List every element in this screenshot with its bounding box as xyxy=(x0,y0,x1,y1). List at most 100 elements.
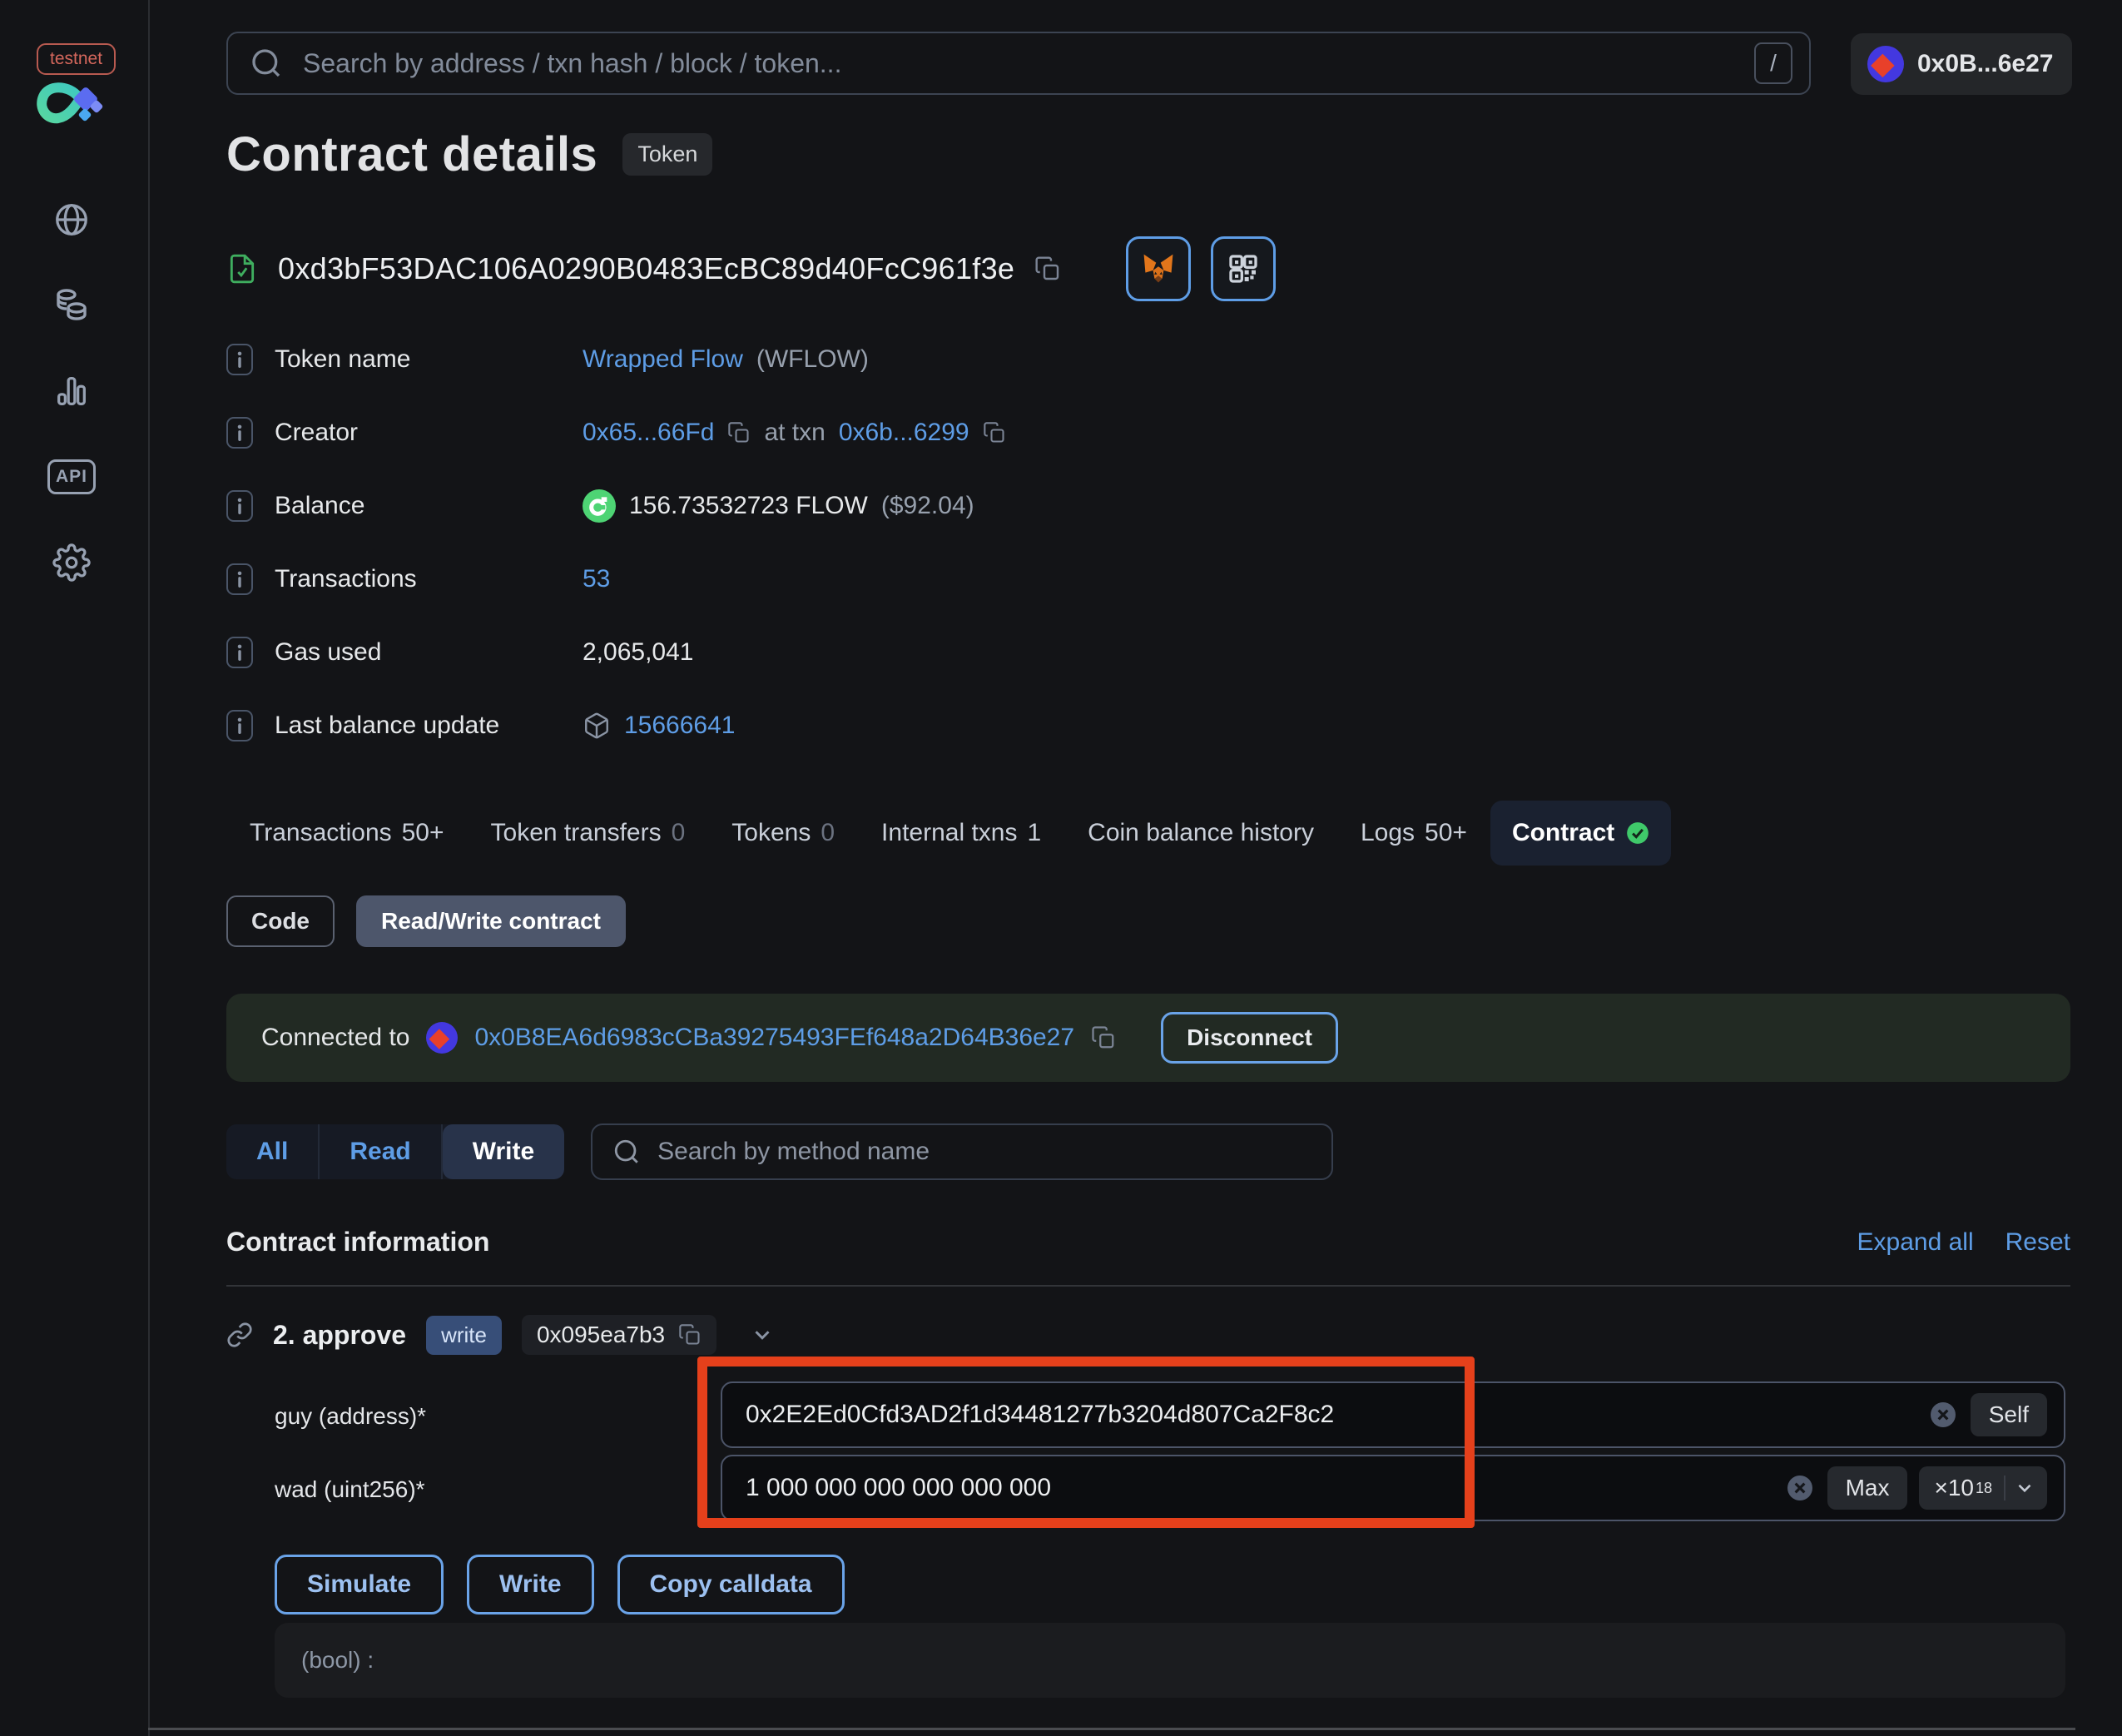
connected-label: Connected to xyxy=(261,1024,410,1051)
search-icon xyxy=(612,1138,641,1166)
connected-address-link[interactable]: 0x0B8EA6d6983cCBa39275493FEf648a2D64B36e… xyxy=(474,1024,1074,1052)
tab-contract[interactable]: Contract xyxy=(1490,801,1672,866)
tab-token-transfers[interactable]: Token transfers 0 xyxy=(468,819,709,847)
info-row-transactions: Transactions 53 xyxy=(226,543,2057,616)
tab-coin-balance-history[interactable]: Coin balance history xyxy=(1064,819,1337,847)
copy-connected-address-icon[interactable] xyxy=(1091,1025,1116,1050)
disconnect-button[interactable]: Disconnect xyxy=(1161,1012,1338,1064)
block-cube-icon xyxy=(583,712,611,740)
address-tabs: Transactions 50+ Token transfers 0 Tokens 0… xyxy=(226,792,1672,874)
reset-link[interactable]: Reset xyxy=(2005,1228,2070,1257)
tab-read-write-contract[interactable]: Read/Write contract xyxy=(356,895,626,947)
token-type-badge: Token xyxy=(622,133,713,176)
param-wad-input[interactable] xyxy=(722,1474,1787,1502)
contract-information-title: Contract information xyxy=(226,1227,490,1257)
account-address: 0x0B...6e27 xyxy=(1917,50,2054,77)
anchor-link-icon[interactable] xyxy=(226,1322,253,1348)
param-wad-field: Max ×1018 xyxy=(721,1455,2065,1521)
search-input[interactable] xyxy=(301,47,1736,80)
output-type-label: (bool) : xyxy=(301,1647,374,1673)
account-button[interactable]: 0x0B...6e27 xyxy=(1851,33,2072,95)
token-symbol: (WFLOW) xyxy=(756,345,869,373)
connected-banner: Connected to 0x0B8EA6d6983cCBa39275493FE… xyxy=(226,994,2070,1082)
method-selector-badge: 0x095ea7b3 xyxy=(521,1315,717,1355)
app-logo[interactable] xyxy=(35,80,112,131)
qr-code-button[interactable] xyxy=(1211,236,1277,301)
collapse-chevron-icon[interactable] xyxy=(750,1322,775,1347)
slash-shortcut-hint: / xyxy=(1754,42,1792,84)
balance-usd: ($92.04) xyxy=(880,492,974,519)
last-update-block-link[interactable]: 15666641 xyxy=(624,712,735,740)
gas-used-value: 2,065,041 xyxy=(583,638,694,666)
max-button[interactable]: Max xyxy=(1827,1466,1908,1510)
global-search[interactable]: / xyxy=(226,32,1811,95)
info-hint-icon[interactable] xyxy=(226,344,253,375)
contract-info-list: Token name Wrapped Flow (WFLOW) Creator … xyxy=(226,323,2057,762)
tokens-coins-icon[interactable] xyxy=(50,284,93,327)
info-row-balance: Balance 156.73532723 FLOW ($92.04) xyxy=(226,469,2057,543)
info-row-gas-used: Gas used 2,065,041 xyxy=(226,616,2057,689)
section-divider xyxy=(226,1285,2070,1287)
info-row-last-balance-update: Last balance update 15666641 xyxy=(226,689,2057,762)
token-name-link[interactable]: Wrapped Flow xyxy=(583,345,743,374)
method-name[interactable]: 2. approve xyxy=(273,1320,406,1351)
tab-logs[interactable]: Logs 50+ xyxy=(1337,819,1490,847)
bottom-divider xyxy=(148,1728,2075,1730)
copy-creator-icon[interactable] xyxy=(727,421,751,444)
tab-tokens[interactable]: Tokens 0 xyxy=(708,819,858,847)
transactions-count-link[interactable]: 53 xyxy=(583,565,610,593)
tab-internal-txns[interactable]: Internal txns 1 xyxy=(858,819,1064,847)
param-guy-input[interactable] xyxy=(722,1401,1931,1429)
tab-code[interactable]: Code xyxy=(226,895,335,947)
copy-txn-icon[interactable] xyxy=(983,421,1006,444)
verified-check-icon xyxy=(1626,821,1649,845)
method-output-box: (bool) : xyxy=(275,1623,2065,1698)
expand-all-link[interactable]: Expand all xyxy=(1857,1228,1974,1257)
method-filter-segmented: All Read Write xyxy=(226,1124,565,1179)
contract-address[interactable]: 0xd3bF53DAC106A0290B0483EcBC89d40FcC961f… xyxy=(278,251,1014,286)
info-row-token-name: Token name Wrapped Flow (WFLOW) xyxy=(226,323,2057,396)
clear-guy-icon[interactable] xyxy=(1930,1402,1956,1427)
api-icon[interactable]: API xyxy=(47,455,97,498)
method-search[interactable] xyxy=(591,1123,1334,1180)
chevron-down-icon xyxy=(2014,1477,2035,1499)
info-hint-icon[interactable] xyxy=(226,417,253,449)
info-hint-icon[interactable] xyxy=(226,710,253,742)
verified-contract-icon xyxy=(226,253,258,285)
info-hint-icon[interactable] xyxy=(226,490,253,522)
connected-avatar xyxy=(426,1022,459,1054)
filter-write[interactable]: Write xyxy=(442,1124,565,1179)
copy-selector-icon[interactable] xyxy=(678,1323,702,1347)
copy-calldata-button[interactable]: Copy calldata xyxy=(617,1555,845,1614)
search-icon xyxy=(250,47,283,80)
account-avatar xyxy=(1867,46,1904,82)
page-title: Contract details xyxy=(226,127,598,181)
clear-wad-icon[interactable] xyxy=(1787,1476,1812,1500)
multiplier-dropdown[interactable]: ×10 18 xyxy=(1919,1466,2047,1510)
settings-gear-icon[interactable] xyxy=(50,541,93,584)
copy-address-icon[interactable] xyxy=(1034,255,1061,282)
add-to-metamask-button[interactable] xyxy=(1126,236,1192,301)
creation-txn-link[interactable]: 0x6b...6299 xyxy=(839,419,969,447)
creator-address-link[interactable]: 0x65...66Fd xyxy=(583,419,714,447)
sidebar: testnet API xyxy=(0,0,150,1736)
info-hint-icon[interactable] xyxy=(226,563,253,595)
info-hint-icon[interactable] xyxy=(226,637,253,668)
filter-read[interactable]: Read xyxy=(320,1124,443,1179)
param-wad-label: wad (uint256)* xyxy=(275,1476,425,1502)
stats-chart-icon[interactable] xyxy=(50,370,93,413)
self-button[interactable]: Self xyxy=(1970,1393,2047,1436)
balance-amount: 156.73532723 FLOW xyxy=(629,492,868,519)
filter-all[interactable]: All xyxy=(226,1124,320,1179)
tab-transactions[interactable]: Transactions 50+ xyxy=(226,819,468,847)
network-globe-icon[interactable] xyxy=(50,198,93,241)
method-approve-header: 2. approve write 0x095ea7b3 xyxy=(226,1312,775,1358)
testnet-badge: testnet xyxy=(37,43,117,75)
flow-token-icon xyxy=(583,489,616,523)
write-badge: write xyxy=(426,1315,502,1355)
simulate-button[interactable]: Simulate xyxy=(275,1555,444,1614)
param-guy-label: guy (address)* xyxy=(275,1403,427,1429)
contract-details-page: testnet API Search by address / txn hash… xyxy=(0,0,2122,1736)
write-button[interactable]: Write xyxy=(467,1555,594,1614)
method-search-input[interactable] xyxy=(656,1137,1312,1167)
